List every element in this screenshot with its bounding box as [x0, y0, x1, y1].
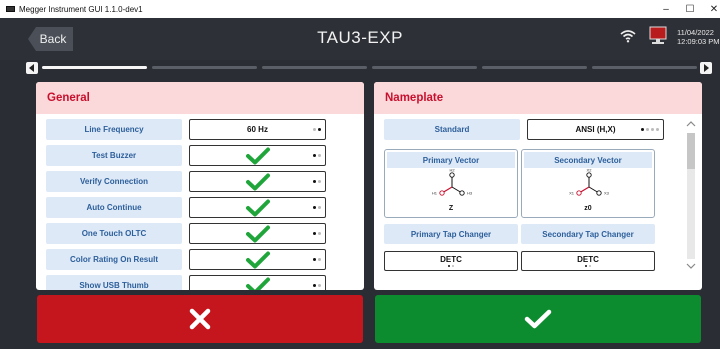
checkmark-icon [245, 251, 270, 268]
checkmark-icon [245, 199, 270, 216]
scroll-up-arrow-icon[interactable] [684, 119, 698, 129]
option-dots [385, 265, 517, 267]
setting-toggle[interactable] [189, 249, 326, 270]
prev-page-button[interactable] [26, 62, 38, 74]
primary-vector-card[interactable]: Primary Vector H2 H1 H3 Z [384, 149, 518, 218]
option-dots [313, 284, 321, 287]
setting-row: Show USB Thumb [46, 275, 326, 290]
option-dots [313, 258, 321, 261]
progress-segment [482, 66, 587, 69]
minimize-button[interactable]: – [654, 0, 678, 18]
terminal-h3: H3 [467, 191, 473, 196]
option-dots [313, 180, 321, 183]
secondary-vector-card[interactable]: Secondary Vector X2 X1 X3 z0 [521, 149, 655, 218]
terminal-h1: H1 [432, 191, 438, 196]
nameplate-panel: Nameplate Standard ANSI (H,X) Primary Ve… [374, 82, 702, 290]
scroll-down-arrow-icon[interactable] [684, 261, 698, 271]
general-panel: General Line Frequency 60 Hz Test Buzzer Ve… [36, 82, 364, 290]
option-dots [641, 128, 659, 131]
nameplate-scrollbar[interactable] [684, 117, 698, 287]
progress-segment [152, 66, 257, 69]
standard-row: Standard ANSI (H,X) [384, 119, 664, 140]
primary-tap-value: DETC [440, 254, 462, 264]
checkmark-icon [524, 309, 552, 329]
setting-label: Line Frequency [46, 119, 182, 140]
wifi-icon [620, 30, 636, 43]
standard-select[interactable]: ANSI (H,X) [527, 119, 664, 140]
setting-label: One Touch OLTC [46, 223, 182, 244]
nameplate-title: Nameplate [374, 82, 702, 114]
setting-row: One Touch OLTC [46, 223, 326, 244]
setting-label: Auto Continue [46, 197, 182, 218]
scroll-thumb[interactable] [687, 133, 695, 169]
setting-toggle[interactable] [189, 145, 326, 166]
primary-vector-value: Z [448, 205, 454, 212]
datetime: 11/04/2022 12:09:03 PM [677, 28, 720, 46]
setting-row: Color Rating On Result [46, 249, 326, 270]
x-icon [189, 308, 211, 330]
primary-vector-diagram: H2 H1 H3 [432, 168, 473, 196]
triangle-left-icon [29, 64, 34, 72]
checkmark-icon [245, 147, 270, 164]
standard-value: ANSI (H,X) [575, 125, 616, 134]
option-dots [313, 206, 321, 209]
setting-row: Verify Connection [46, 171, 326, 192]
terminal-h2: H2 [449, 168, 455, 173]
secondary-vector-diagram: X2 X1 X3 [569, 168, 610, 196]
option-dots [313, 128, 321, 131]
window-titlebar: Megger Instrument GUI 1.1.0-dev1 – ☐ ✕ [0, 0, 720, 18]
setting-label: Test Buzzer [46, 145, 182, 166]
secondary-vector-value: z0 [584, 205, 592, 212]
terminal-x2: X2 [587, 168, 593, 173]
setting-toggle[interactable] [189, 223, 326, 244]
page-title: TAU3-EXP [317, 28, 403, 47]
primary-tap-label: Primary Tap Changer [384, 224, 518, 244]
setting-toggle[interactable] [189, 275, 326, 290]
progress-segment [592, 66, 697, 69]
setting-label: Show USB Thumb [46, 275, 182, 290]
setting-toggle[interactable] [189, 197, 326, 218]
checkmark-icon [245, 277, 270, 290]
setting-label: Verify Connection [46, 171, 182, 192]
window-title: Megger Instrument GUI 1.1.0-dev1 [19, 4, 143, 14]
setting-label: Color Rating On Result [46, 249, 182, 270]
app-header: Back TAU3-EXP 11/04/2022 12:09:03 PM [0, 18, 720, 60]
setting-toggle[interactable] [189, 171, 326, 192]
progress-segment [372, 66, 477, 69]
confirm-button[interactable] [375, 295, 701, 343]
general-title: General [36, 82, 364, 114]
secondary-tap-select[interactable]: DETC [521, 251, 655, 271]
terminal-x3: X3 [604, 191, 610, 196]
close-button[interactable]: ✕ [702, 0, 720, 18]
time-text: 12:09:03 PM [677, 37, 720, 46]
setting-row: Test Buzzer [46, 145, 326, 166]
setting-select[interactable]: 60 Hz [189, 119, 326, 140]
setting-value: 60 Hz [247, 125, 268, 134]
terminal-x1: X1 [569, 191, 575, 196]
monitor-icon [649, 26, 667, 44]
secondary-vector-label: Secondary Vector [524, 152, 652, 168]
primary-vector-label: Primary Vector [387, 152, 515, 168]
triangle-right-icon [704, 64, 709, 72]
option-dots [522, 265, 654, 267]
checkmark-icon [245, 173, 270, 190]
next-page-button[interactable] [700, 62, 712, 74]
primary-tap-select[interactable]: DETC [384, 251, 518, 271]
secondary-tap-value: DETC [577, 254, 599, 264]
date-text: 11/04/2022 [677, 28, 714, 37]
app-icon [6, 6, 15, 12]
option-dots [313, 154, 321, 157]
page-progress [0, 60, 720, 76]
setting-row: Line Frequency 60 Hz [46, 119, 326, 140]
cancel-button[interactable] [37, 295, 363, 343]
maximize-button[interactable]: ☐ [678, 0, 702, 18]
checkmark-icon [245, 225, 270, 242]
standard-label: Standard [384, 119, 520, 140]
progress-segment [42, 66, 147, 69]
secondary-tap-label: Secondary Tap Changer [521, 224, 655, 244]
setting-row: Auto Continue [46, 197, 326, 218]
option-dots [313, 232, 321, 235]
progress-segment [262, 66, 367, 69]
